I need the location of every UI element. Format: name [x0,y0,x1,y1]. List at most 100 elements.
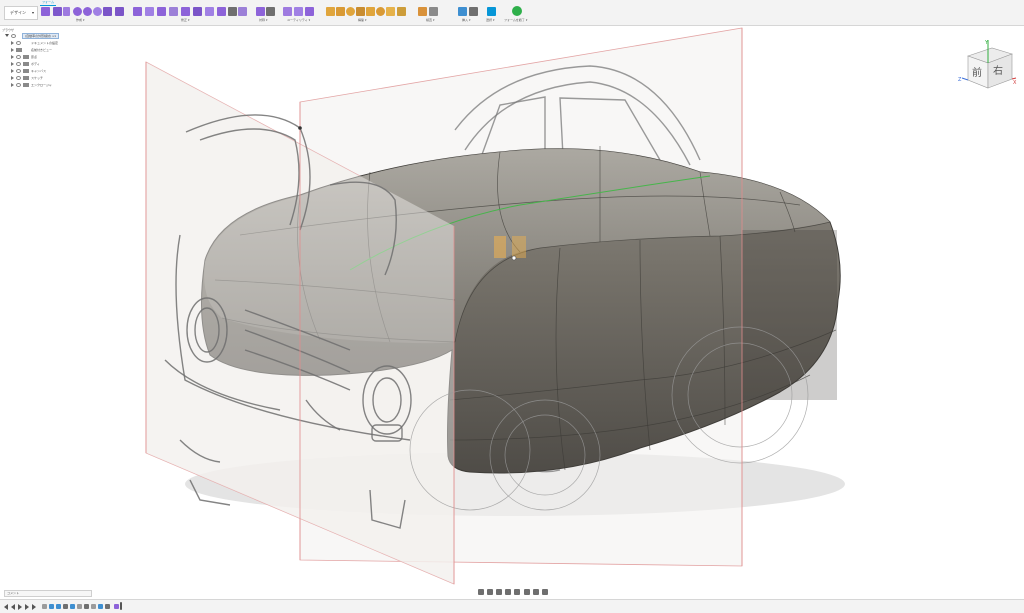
visibility-eye-icon[interactable] [16,83,21,87]
timeline-feature-icon[interactable] [77,604,82,609]
merge-edge-icon[interactable] [181,7,190,16]
axis-icon[interactable] [366,7,375,16]
tree-item-origin[interactable]: 原点 [2,54,60,61]
expand-arrow-icon[interactable] [5,34,9,37]
midplane-icon[interactable] [356,7,365,16]
group-label-create[interactable]: 作成 ▾ [76,18,84,22]
expand-arrow-icon[interactable] [11,48,14,52]
timeline-feature-icon[interactable] [91,604,96,609]
play-icon[interactable] [18,604,22,610]
tree-root[interactable]: (自動車の外形検討) v1 [2,33,60,40]
edit-form-icon[interactable] [133,7,142,16]
group-label-select[interactable]: 選択 ▾ [486,18,494,22]
plane-icon[interactable] [63,7,70,16]
group-label-inspect[interactable]: 検査 ▾ [426,18,434,22]
group-label-symmetry[interactable]: 対称 ▾ [259,18,267,22]
insert-canvas-icon[interactable] [458,7,467,16]
torus-icon[interactable] [93,7,102,16]
step-forward-icon[interactable] [25,604,29,610]
visibility-eye-icon[interactable] [16,76,21,80]
subdivide-icon[interactable] [157,7,166,16]
viewcube[interactable]: 前 右 Y X Z [958,38,1020,98]
expand-arrow-icon[interactable] [11,83,14,87]
comments-panel[interactable]: コメント [4,590,92,597]
tangent-plane-icon[interactable] [346,7,355,16]
point-icon[interactable] [376,7,385,16]
group-label-finish-form[interactable]: フォームを終了 ▾ [504,18,527,22]
pan-icon[interactable] [496,589,502,595]
plane-through-points-icon[interactable] [397,7,406,16]
mirror-duplicate-icon[interactable] [266,7,275,16]
fill-hole-icon[interactable] [205,7,214,16]
expand-arrow-icon[interactable] [11,76,14,80]
select-icon[interactable] [487,7,496,16]
group-label-insert[interactable]: 挿入 ▾ [462,18,470,22]
timeline-marker-icon[interactable] [120,602,122,610]
mirror-internal-icon[interactable] [256,7,265,16]
tree-item-document-settings[interactable]: ドキュメントの設定 [2,40,60,47]
expand-arrow-icon[interactable] [11,55,14,59]
viewport-3d[interactable] [0,26,1024,592]
axis-x-label: X [1013,80,1017,86]
visibility-eye-icon[interactable] [11,34,16,38]
quadball-icon[interactable] [103,7,112,16]
weld-icon[interactable] [217,7,226,16]
step-back-icon[interactable] [11,604,15,610]
workspace-switcher[interactable]: デザイン ▾ [4,6,38,20]
crease-icon[interactable] [228,7,237,16]
axis-through-edge-icon[interactable] [386,7,395,16]
offset-plane-icon[interactable] [326,7,335,16]
group-label-modify[interactable]: 修正 ▾ [181,18,189,22]
insert-image-icon[interactable] [469,7,478,16]
grid-icon[interactable] [533,589,539,595]
tree-item-bodies[interactable]: ボディ [2,61,60,68]
finish-form-icon[interactable] [512,6,522,16]
timeline-feature-icon[interactable] [63,604,68,609]
tree-item-label: キャンバス [31,69,47,73]
timeline-feature-icon[interactable] [49,604,54,609]
make-uniform-icon[interactable] [305,7,314,16]
create-form-icon[interactable] [41,7,50,16]
repair-body-icon[interactable] [294,7,303,16]
zebra-icon[interactable] [429,7,438,16]
box-icon[interactable] [53,7,62,16]
pipe-icon[interactable] [115,7,124,16]
insert-point-icon[interactable] [169,7,178,16]
tree-item-enclosure[interactable]: エンクロージャ [2,82,60,89]
visibility-eye-icon[interactable] [16,55,21,59]
timeline-feature-icon[interactable] [98,604,103,609]
group-label-construct[interactable]: 構築 ▾ [358,18,366,22]
cylinder-icon[interactable] [73,7,82,16]
visibility-eye-icon[interactable] [16,62,21,66]
timeline-feature-icon[interactable] [70,604,75,609]
tab-form[interactable]: フォーム [40,0,56,6]
expand-arrow-icon[interactable] [11,69,14,73]
timeline-feature-icon[interactable] [105,604,110,609]
flatten-icon[interactable] [238,7,247,16]
measure-icon[interactable] [418,7,427,16]
tree-item-canvases[interactable]: キャンバス [2,68,60,75]
timeline-form-feature-icon[interactable] [114,604,119,609]
display-mode-icon[interactable] [283,7,292,16]
go-to-end-icon[interactable] [32,604,36,610]
insert-edge-icon[interactable] [145,7,154,16]
timeline-feature-icon[interactable] [42,604,47,609]
tree-item-sketches[interactable]: スケッチ [2,75,60,82]
go-to-start-icon[interactable] [4,604,8,610]
display-settings-icon[interactable] [524,589,530,595]
plane-at-angle-icon[interactable] [336,7,345,16]
look-at-icon[interactable] [487,589,493,595]
expand-arrow-icon[interactable] [11,41,14,45]
tree-item-named-views[interactable]: 名前付きビュー [2,47,60,54]
timeline-feature-icon[interactable] [84,604,89,609]
expand-arrow-icon[interactable] [11,62,14,66]
group-label-utilities[interactable]: ユーティリティ ▾ [287,18,310,22]
sphere-icon[interactable] [83,7,92,16]
timeline-feature-icon[interactable] [56,604,61,609]
fit-icon[interactable] [514,589,520,595]
visibility-eye-icon[interactable] [16,69,21,73]
zoom-icon[interactable] [505,589,511,595]
orbit-icon[interactable] [478,589,484,595]
viewports-icon[interactable] [542,589,548,595]
bridge-icon[interactable] [193,7,202,16]
